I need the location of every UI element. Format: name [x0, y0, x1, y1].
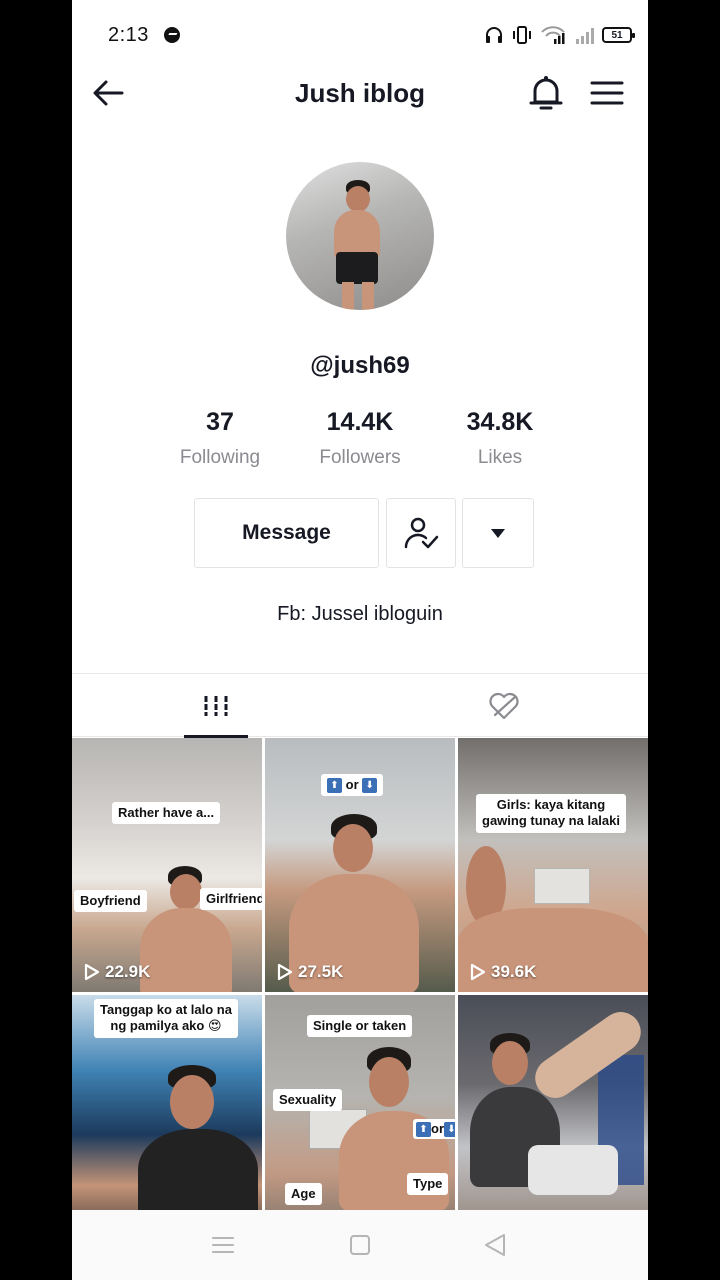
video-caption: Girls: kaya kitang gawing tunay na lalak… — [476, 794, 626, 833]
following-label: Following — [179, 447, 261, 468]
up-arrow-icon: ⬆ — [416, 1122, 431, 1138]
following-count: 37 — [206, 408, 234, 436]
play-icon — [470, 963, 486, 981]
video-caption: Tanggap ko at lalo na ng pamilya ako 😍 — [94, 999, 238, 1038]
bell-icon[interactable] — [528, 74, 564, 112]
avatar-head — [346, 186, 370, 212]
view-count-value: 39.6K — [491, 962, 537, 981]
status-time: 2:13 — [108, 24, 149, 46]
video-caption: Rather have a... — [112, 802, 221, 825]
video-thumbnail[interactable]: Rather have a... Boyfriend Girlfriend 22… — [72, 738, 262, 992]
person-head — [492, 1041, 528, 1085]
view-count: 27.5K — [277, 962, 343, 982]
wifi-icon — [541, 26, 565, 44]
view-count-value: 27.5K — [298, 962, 344, 981]
video-thumbnail[interactable]: ⬆ or ⬇ 27.5K — [265, 738, 455, 992]
play-icon — [277, 963, 293, 981]
video-caption: Sexuality — [273, 1089, 343, 1112]
video-caption: Boyfriend — [74, 890, 147, 913]
caption-dots: . . — [480, 794, 491, 809]
user-check-icon — [404, 517, 439, 549]
video-grid: Rather have a... Boyfriend Girlfriend 22… — [72, 738, 648, 1249]
profile-username: @jush69 — [310, 352, 410, 379]
back-triangle-icon[interactable] — [480, 1232, 510, 1258]
view-count: 39.6K — [470, 962, 536, 982]
down-arrow-icon: ⬇ — [362, 778, 378, 794]
tab-videos[interactable] — [184, 674, 248, 738]
signal-icon — [576, 28, 594, 44]
status-bar: 2:13 51 — [72, 0, 648, 70]
avatar-leg — [362, 282, 374, 310]
profile-avatar[interactable] — [286, 162, 434, 310]
video-caption: Age — [285, 1183, 322, 1206]
avatar-shorts — [336, 252, 378, 284]
battery-icon: 51 — [602, 27, 635, 43]
vibrate-icon — [513, 26, 531, 44]
view-count-value: 22.9K — [105, 962, 151, 981]
suggested-accounts-button[interactable] — [462, 498, 534, 568]
person-head — [170, 1075, 214, 1129]
likes-count: 34.8K — [466, 408, 534, 436]
recents-menu-icon[interactable] — [208, 1232, 238, 1258]
home-square-icon[interactable] — [345, 1232, 375, 1258]
system-nav-bar — [72, 1210, 648, 1280]
person-shirt — [138, 1129, 258, 1219]
profile-bio: Fb: Jussel ibloguin — [277, 603, 443, 625]
video-caption: Single or taken — [307, 1015, 413, 1038]
person-head — [170, 874, 202, 910]
hamburger-menu-icon[interactable] — [590, 78, 624, 108]
video-thumbnail[interactable]: Girls: kaya kitang gawing tunay na lalak… — [458, 738, 648, 992]
following-status-button[interactable] — [386, 498, 456, 568]
profile-tabs — [72, 673, 648, 738]
app-screen: 2:13 51 Jush iblog @jush69 37 Following … — [72, 0, 648, 1280]
profile-stats: 37 Following 14.4K Followers 34.8K Likes — [160, 408, 560, 478]
caption-text: or — [431, 1121, 444, 1136]
headphones-icon — [486, 27, 502, 43]
caret-down-icon — [491, 529, 505, 538]
followers-count: 14.4K — [326, 408, 394, 436]
messenger-icon — [164, 27, 180, 43]
shorts — [528, 1145, 618, 1195]
following-stat[interactable]: 37 Following — [155, 408, 285, 469]
avatar-leg — [342, 282, 354, 310]
play-icon — [84, 963, 100, 981]
followers-stat[interactable]: 14.4K Followers — [295, 408, 425, 469]
caption-text: or — [345, 777, 359, 792]
grid-bars-icon — [204, 695, 228, 716]
person-head — [369, 1057, 409, 1107]
followers-label: Followers — [319, 447, 401, 468]
top-bar: Jush iblog — [72, 62, 648, 124]
hidden-heart-icon — [489, 692, 519, 719]
person-head — [333, 824, 373, 872]
video-caption: ⬆ or ⬇ — [321, 774, 384, 797]
status-icons: 51 — [484, 24, 635, 46]
video-caption: ⬆ or ⬇ — [413, 1119, 455, 1140]
avatar-torso — [334, 210, 380, 258]
view-count: 22.9K — [84, 962, 150, 982]
aircon-unit — [534, 868, 590, 904]
up-arrow-icon: ⬆ — [327, 778, 342, 794]
down-arrow-icon: ⬇ — [444, 1122, 455, 1138]
message-button[interactable]: Message — [194, 498, 379, 568]
video-caption: Girlfriend — [200, 888, 262, 911]
person-torso — [140, 908, 232, 992]
likes-label: Likes — [477, 447, 523, 468]
video-caption: Type — [407, 1173, 449, 1196]
tab-liked[interactable] — [472, 674, 536, 737]
likes-stat[interactable]: 34.8K Likes — [435, 408, 565, 469]
